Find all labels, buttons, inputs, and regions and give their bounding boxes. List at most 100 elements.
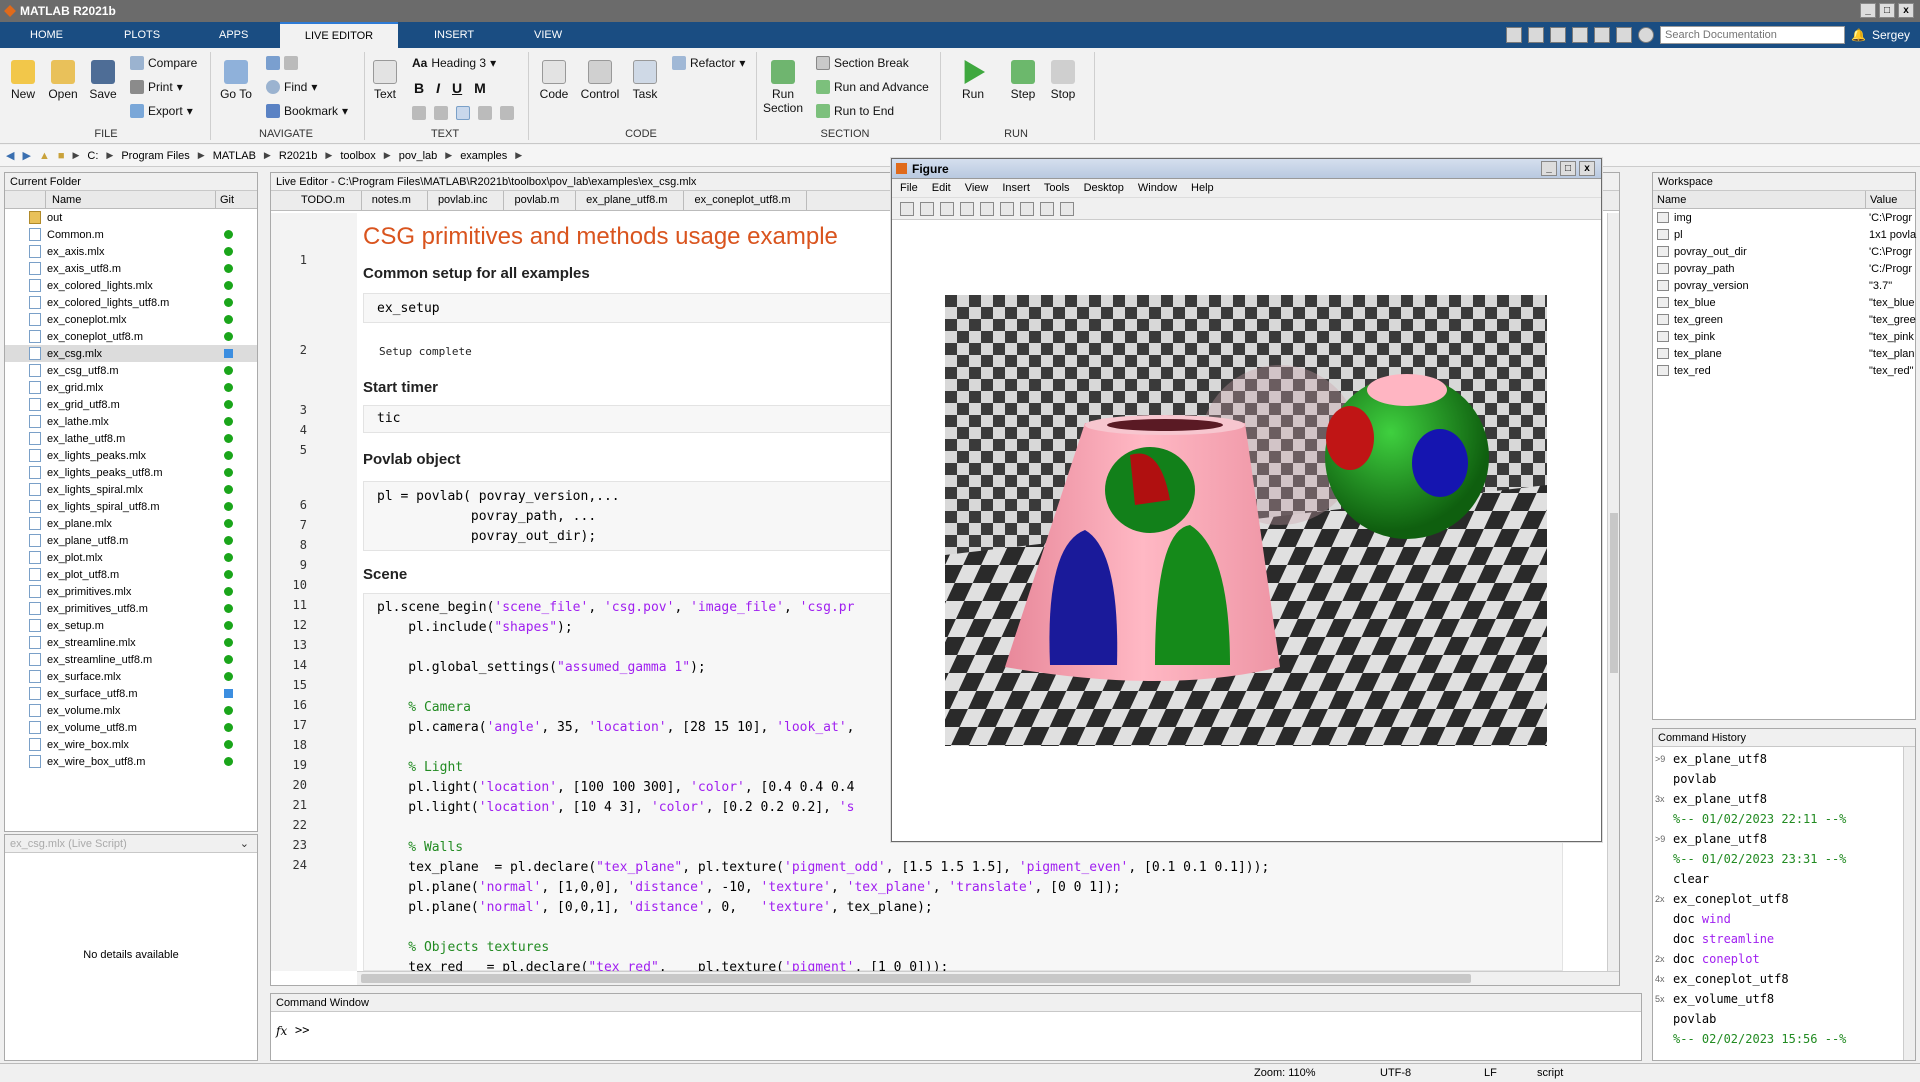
file-row[interactable]: ex_lights_spiral_utf8.m — [5, 498, 257, 515]
history-item[interactable]: 5x ex_volume_utf8 — [1653, 989, 1915, 1009]
history-item[interactable]: >9 ex_plane_utf8 — [1653, 749, 1915, 769]
italic-button[interactable]: I — [436, 80, 440, 96]
save-button[interactable]: Save — [86, 60, 120, 101]
workspace-variable[interactable]: tex_blue "tex_blue — [1653, 294, 1915, 311]
minimize-button[interactable]: _ — [1860, 3, 1876, 18]
code-comment[interactable]: % Walls — [377, 840, 463, 855]
code-line[interactable]: pl = povlab( povray_version,... — [377, 489, 620, 504]
code-line[interactable]: povray_out_dir); — [377, 529, 596, 544]
history-item[interactable]: povlab — [1653, 1009, 1915, 1029]
file-row[interactable]: ex_plane_utf8.m — [5, 532, 257, 549]
legend-icon[interactable] — [1020, 201, 1034, 216]
command-prompt[interactable]: >> — [295, 1023, 309, 1037]
history-item[interactable]: 2x doc coneplot — [1653, 949, 1915, 969]
file-row[interactable]: ex_streamline_utf8.m — [5, 651, 257, 668]
pointer-icon[interactable] — [1040, 201, 1054, 216]
file-row[interactable]: ex_surface.mlx — [5, 668, 257, 685]
editor-tab[interactable]: ex_plane_utf8.m — [576, 191, 685, 211]
task-button[interactable]: Task — [628, 60, 662, 101]
file-row[interactable]: ex_surface_utf8.m — [5, 685, 257, 702]
align-center-icon[interactable] — [478, 106, 492, 120]
tab-live-editor[interactable]: LIVE EDITOR — [280, 22, 398, 48]
nav-back-forward[interactable] — [266, 56, 298, 70]
history-item[interactable]: povlab — [1653, 769, 1915, 789]
figure-window[interactable]: Figure _ □ x File Edit View Insert Tools D… — [891, 158, 1602, 842]
breadcrumb-r2021b[interactable]: R2021b — [279, 150, 318, 162]
file-row[interactable]: ex_streamline.mlx — [5, 634, 257, 651]
browse-folder-icon[interactable]: ■ — [58, 150, 65, 162]
history-item[interactable]: %-- 01/02/2023 23:31 --% — [1653, 849, 1915, 869]
workspace-variable[interactable]: img 'C:\Progr — [1653, 209, 1915, 226]
notification-bell-icon[interactable]: 🔔 — [1851, 28, 1866, 42]
bullet-list-icon[interactable] — [412, 106, 426, 120]
quick-redo-icon[interactable] — [1616, 27, 1633, 43]
editor-horizontal-scrollbar[interactable] — [357, 971, 1619, 985]
figure-menu-help[interactable]: Help — [1191, 179, 1214, 197]
file-row[interactable]: ex_lights_peaks_utf8.m — [5, 464, 257, 481]
maximize-button[interactable]: □ — [1879, 3, 1895, 18]
breadcrumb-pov-lab[interactable]: pov_lab — [399, 150, 438, 162]
workspace-variable[interactable]: tex_red "tex_red" — [1653, 362, 1915, 379]
run-advance-button[interactable]: Run and Advance — [816, 80, 929, 94]
chevron-down-icon[interactable]: ⌄ — [240, 835, 249, 853]
workspace-variable[interactable]: povray_path 'C:/Progr — [1653, 260, 1915, 277]
quick-copy-icon[interactable] — [1550, 27, 1567, 43]
run-button[interactable]: Run — [956, 60, 990, 101]
code-line[interactable]: pl.light('location', [10 4 3], 'color', … — [377, 800, 854, 815]
history-item[interactable]: 4x ex_coneplot_utf8 — [1653, 969, 1915, 989]
run-section-button[interactable]: Run Section — [760, 60, 806, 115]
section-break-button[interactable]: Section Break — [816, 56, 909, 70]
workspace-variable[interactable]: tex_green "tex_gree — [1653, 311, 1916, 328]
figure-menu-tools[interactable]: Tools — [1044, 179, 1070, 197]
file-row[interactable]: ex_axis.mlx — [5, 243, 257, 260]
export-button[interactable]: Export ▾ — [130, 104, 193, 118]
workspace-variable[interactable]: povray_out_dir 'C:\Progr — [1653, 243, 1915, 260]
new-button[interactable]: New — [6, 60, 40, 101]
workspace-variable[interactable]: povray_version "3.7" — [1653, 277, 1915, 294]
file-row[interactable]: ex_plot.mlx — [5, 549, 257, 566]
file-row[interactable]: ex_volume_utf8.m — [5, 719, 257, 736]
code-comment[interactable]: % Objects textures — [377, 940, 549, 955]
figure-titlebar[interactable]: Figure _ □ x — [892, 159, 1601, 179]
code-button[interactable]: Code — [536, 60, 572, 101]
breadcrumb-toolbox[interactable]: toolbox — [340, 150, 375, 162]
figure-minimize-button[interactable]: _ — [1541, 161, 1557, 176]
file-row[interactable]: ex_primitives.mlx — [5, 583, 257, 600]
file-row[interactable]: ex_grid.mlx — [5, 379, 257, 396]
code-line[interactable]: pl.plane('normal', [0,0,1], 'distance', … — [377, 900, 932, 915]
editor-tab[interactable]: povlab.m — [504, 191, 577, 211]
ws-value-header[interactable]: Value — [1865, 191, 1897, 208]
editor-tab[interactable]: povlab.inc — [428, 191, 505, 211]
breadcrumb-examples[interactable]: examples — [460, 150, 507, 162]
figure-menu-view[interactable]: View — [965, 179, 989, 197]
compare-button[interactable]: Compare — [130, 56, 197, 70]
code-line[interactable]: pl.plane('normal', [1,0,0], 'distance', … — [377, 880, 1120, 895]
quick-save-icon[interactable] — [1506, 27, 1523, 43]
quick-cut-icon[interactable] — [1528, 27, 1545, 43]
new-figure-icon[interactable] — [900, 201, 914, 216]
fx-icon[interactable]: fx — [276, 1024, 287, 1038]
tab-insert[interactable]: INSERT — [420, 22, 488, 48]
forward-icon[interactable]: ▶ — [22, 149, 30, 162]
code-comment[interactable]: % Light — [377, 760, 463, 775]
figure-menu-window[interactable]: Window — [1138, 179, 1177, 197]
file-row[interactable]: ex_plane.mlx — [5, 515, 257, 532]
workspace-variable[interactable]: tex_pink "tex_pink — [1653, 328, 1915, 345]
file-row[interactable]: ex_primitives_utf8.m — [5, 600, 257, 617]
numbered-list-icon[interactable] — [434, 106, 448, 120]
breadcrumb-c[interactable]: C: — [87, 150, 98, 162]
open-file-icon[interactable] — [920, 201, 934, 216]
history-item[interactable]: %-- 02/02/2023 15:56 --% — [1653, 1029, 1915, 1049]
name-column-header[interactable]: Name — [45, 191, 215, 208]
figure-menu-file[interactable]: File — [900, 179, 918, 197]
history-scrollbar[interactable] — [1903, 747, 1915, 1060]
editor-vertical-scrollbar[interactable] — [1607, 213, 1619, 971]
bookmark-button[interactable]: Bookmark ▾ — [266, 104, 348, 118]
tab-home[interactable]: HOME — [16, 22, 77, 48]
run-to-end-button[interactable]: Run to End — [816, 104, 894, 118]
tab-plots[interactable]: PLOTS — [110, 22, 174, 48]
user-menu[interactable]: Sergey — [1872, 28, 1910, 42]
heading-style-dropdown[interactable]: Aa Heading 3 ▾ — [412, 56, 496, 70]
code-line[interactable]: povray_path, ... — [377, 509, 596, 524]
text-button[interactable]: Text — [370, 60, 400, 101]
